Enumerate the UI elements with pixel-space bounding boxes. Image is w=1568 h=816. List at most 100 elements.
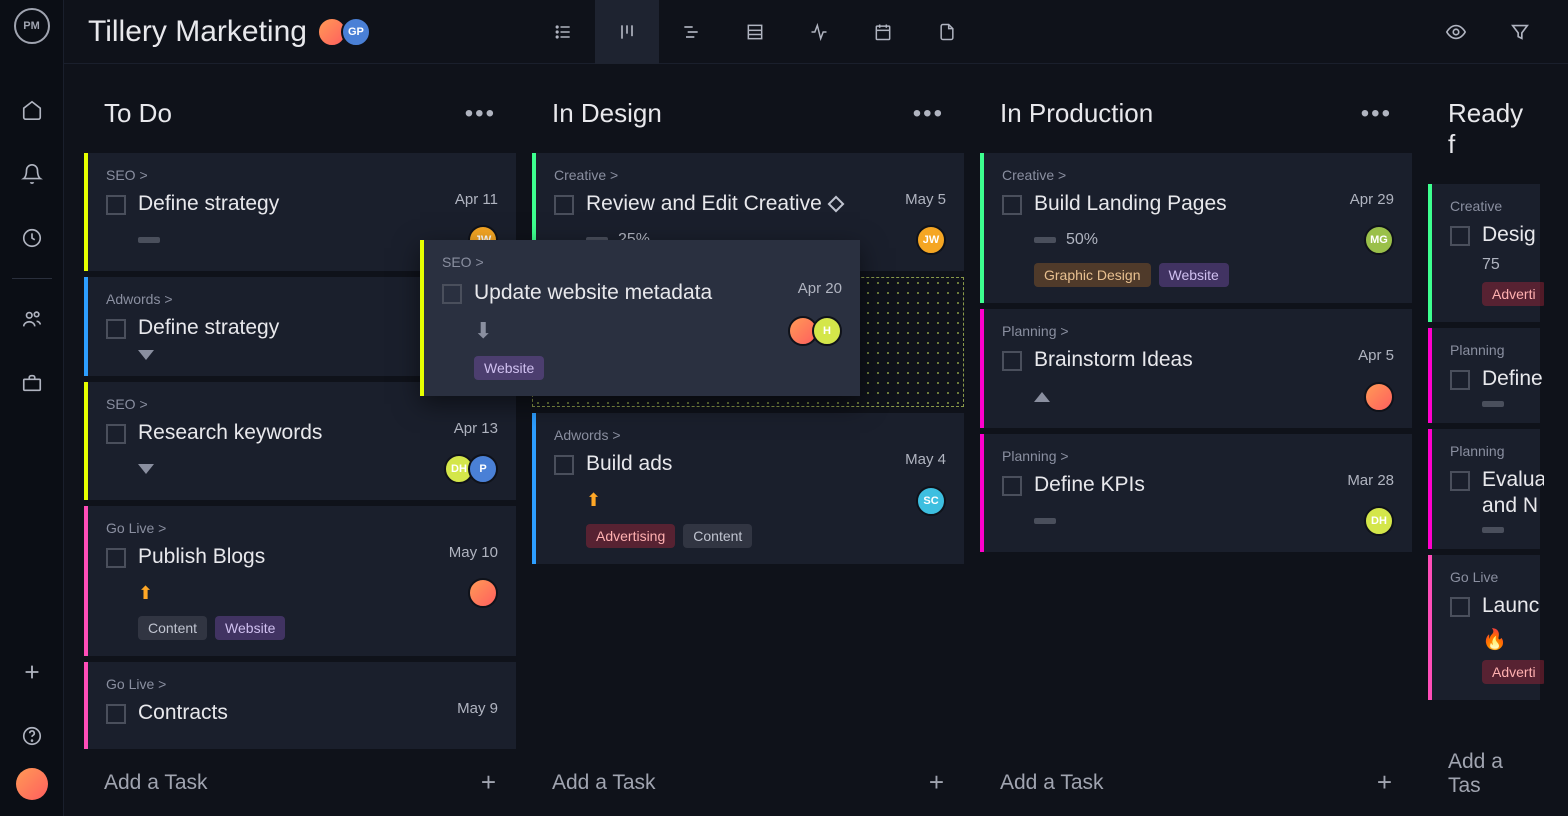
avatar[interactable]: DH	[1364, 506, 1394, 536]
tag[interactable]: Content	[683, 524, 752, 548]
task-card[interactable]: PlanningEvalua and N	[1428, 429, 1540, 550]
avatar[interactable]: JW	[916, 225, 946, 255]
card-title: Publish Blogs	[138, 544, 437, 570]
card-checkbox[interactable]	[106, 319, 126, 339]
column-menu-icon[interactable]: •••	[1361, 100, 1392, 128]
card-category: Planning >	[1002, 448, 1394, 464]
card-title: Build Landing Pages	[1034, 191, 1338, 217]
column-menu-icon[interactable]: •••	[465, 100, 496, 128]
tag[interactable]: Adverti	[1482, 660, 1544, 684]
chevron-down-icon	[138, 464, 154, 474]
task-card[interactable]: Go Live >ContractsMay 9	[84, 662, 516, 749]
card-title: Define KPIs	[1034, 472, 1335, 498]
task-card[interactable]: Planning >Brainstorm IdeasApr 5	[980, 309, 1412, 427]
add-task-button[interactable]: Add a Task+	[976, 749, 1416, 816]
avatar[interactable]	[1364, 382, 1394, 412]
board-view-icon[interactable]	[595, 0, 659, 64]
card-checkbox[interactable]	[106, 548, 126, 568]
card-date: Apr 11	[455, 191, 498, 208]
list-view-icon[interactable]	[531, 0, 595, 64]
tag[interactable]: Website	[215, 616, 285, 640]
tag[interactable]: Graphic Design	[1034, 263, 1151, 287]
card-category: Go Live >	[106, 520, 498, 536]
avatar[interactable]: SC	[916, 486, 946, 516]
tag[interactable]: Content	[138, 616, 207, 640]
card-checkbox[interactable]	[1002, 195, 1022, 215]
people-icon[interactable]	[0, 287, 64, 351]
filter-icon[interactable]	[1496, 8, 1544, 56]
avatar[interactable]: H	[812, 316, 842, 346]
card-category: Creative >	[1002, 167, 1394, 183]
chevron-down-icon	[138, 350, 154, 360]
card-checkbox[interactable]	[554, 195, 574, 215]
priority-bar-icon	[1034, 518, 1056, 524]
card-checkbox[interactable]	[1450, 370, 1470, 390]
avatar[interactable]: GP	[341, 17, 371, 47]
dragging-card[interactable]: SEO > Update website metadata Apr 20 ⬇ H…	[420, 240, 860, 396]
card-checkbox[interactable]	[106, 195, 126, 215]
tag[interactable]: Website	[1159, 263, 1229, 287]
task-card[interactable]: Go Live >Publish BlogsMay 10⬆ContentWebs…	[84, 506, 516, 656]
add-icon[interactable]	[0, 640, 64, 704]
card-checkbox[interactable]	[106, 424, 126, 444]
task-card[interactable]: Creative >Build Landing PagesApr 2950%MG…	[980, 153, 1412, 303]
tag[interactable]: Advertising	[586, 524, 675, 548]
activity-view-icon[interactable]	[787, 0, 851, 64]
card-checkbox[interactable]	[1450, 226, 1470, 246]
card-checkbox[interactable]	[554, 455, 574, 475]
visibility-icon[interactable]	[1432, 8, 1480, 56]
task-card[interactable]: SEO >Research keywordsApr 13DHP	[84, 382, 516, 500]
bell-icon[interactable]	[0, 142, 64, 206]
user-avatar[interactable]	[16, 768, 48, 800]
card-title: Evalua and N	[1482, 467, 1544, 520]
card-title: Desig	[1482, 222, 1536, 248]
help-icon[interactable]	[0, 704, 64, 768]
column-title: In Design	[552, 98, 662, 129]
card-checkbox[interactable]	[1450, 597, 1470, 617]
task-card[interactable]: PlanningDefine	[1428, 328, 1540, 422]
card-checkbox[interactable]	[1002, 351, 1022, 371]
avatar[interactable]: P	[468, 454, 498, 484]
progress-label: 50%	[1066, 231, 1098, 249]
avatar[interactable]	[468, 578, 498, 608]
card-category: Creative >	[554, 167, 946, 183]
briefcase-icon[interactable]	[0, 351, 64, 415]
tag[interactable]: Adverti	[1482, 282, 1544, 306]
task-card[interactable]: Adwords >Build adsMay 4⬆SCAdvertisingCon…	[532, 413, 964, 563]
add-task-button[interactable]: Add a Task +	[528, 749, 968, 816]
app-logo[interactable]: PM	[14, 8, 50, 44]
card-checkbox[interactable]	[442, 284, 462, 304]
card-checkbox[interactable]	[1002, 476, 1022, 496]
add-task-button[interactable]: Add a Task+	[80, 749, 520, 816]
priority-down-icon: ⬇	[474, 318, 492, 344]
flame-icon: 🔥	[1482, 627, 1507, 652]
card-checkbox[interactable]	[1450, 471, 1470, 491]
priority-up-icon	[1034, 392, 1050, 402]
priority-bar-icon	[138, 237, 160, 243]
task-card[interactable]: CreativeDesig75Adverti	[1428, 184, 1540, 322]
tag[interactable]: Website	[474, 356, 544, 380]
task-card[interactable]: Planning >Define KPIsMar 28DH	[980, 434, 1412, 552]
sheet-view-icon[interactable]	[723, 0, 787, 64]
avatar[interactable]: MG	[1364, 225, 1394, 255]
home-icon[interactable]	[0, 78, 64, 142]
calendar-view-icon[interactable]	[851, 0, 915, 64]
task-card[interactable]: Go LiveLaunc🔥Adverti	[1428, 555, 1540, 700]
file-view-icon[interactable]	[915, 0, 979, 64]
column-title: In Production	[1000, 98, 1153, 129]
clock-icon[interactable]	[0, 206, 64, 270]
card-checkbox[interactable]	[106, 704, 126, 724]
team-avatars[interactable]: GP	[323, 17, 371, 47]
plus-icon: +	[929, 767, 944, 798]
gantt-view-icon[interactable]	[659, 0, 723, 64]
plus-icon: +	[481, 767, 496, 798]
add-task-button[interactable]: Add a Tas	[1424, 732, 1544, 816]
priority-up-icon: ⬆	[586, 490, 601, 511]
card-title: Build ads	[586, 451, 893, 477]
add-task-label: Add a Task	[552, 771, 656, 795]
card-category: Planning	[1450, 443, 1522, 459]
sidebar-divider	[12, 278, 52, 279]
kanban-board: To Do•••SEO >Define strategyApr 11JWAdwo…	[64, 64, 1568, 816]
column-menu-icon[interactable]: •••	[913, 100, 944, 128]
board-column: In Design•••Creative >Review and Edit Cr…	[528, 80, 968, 816]
